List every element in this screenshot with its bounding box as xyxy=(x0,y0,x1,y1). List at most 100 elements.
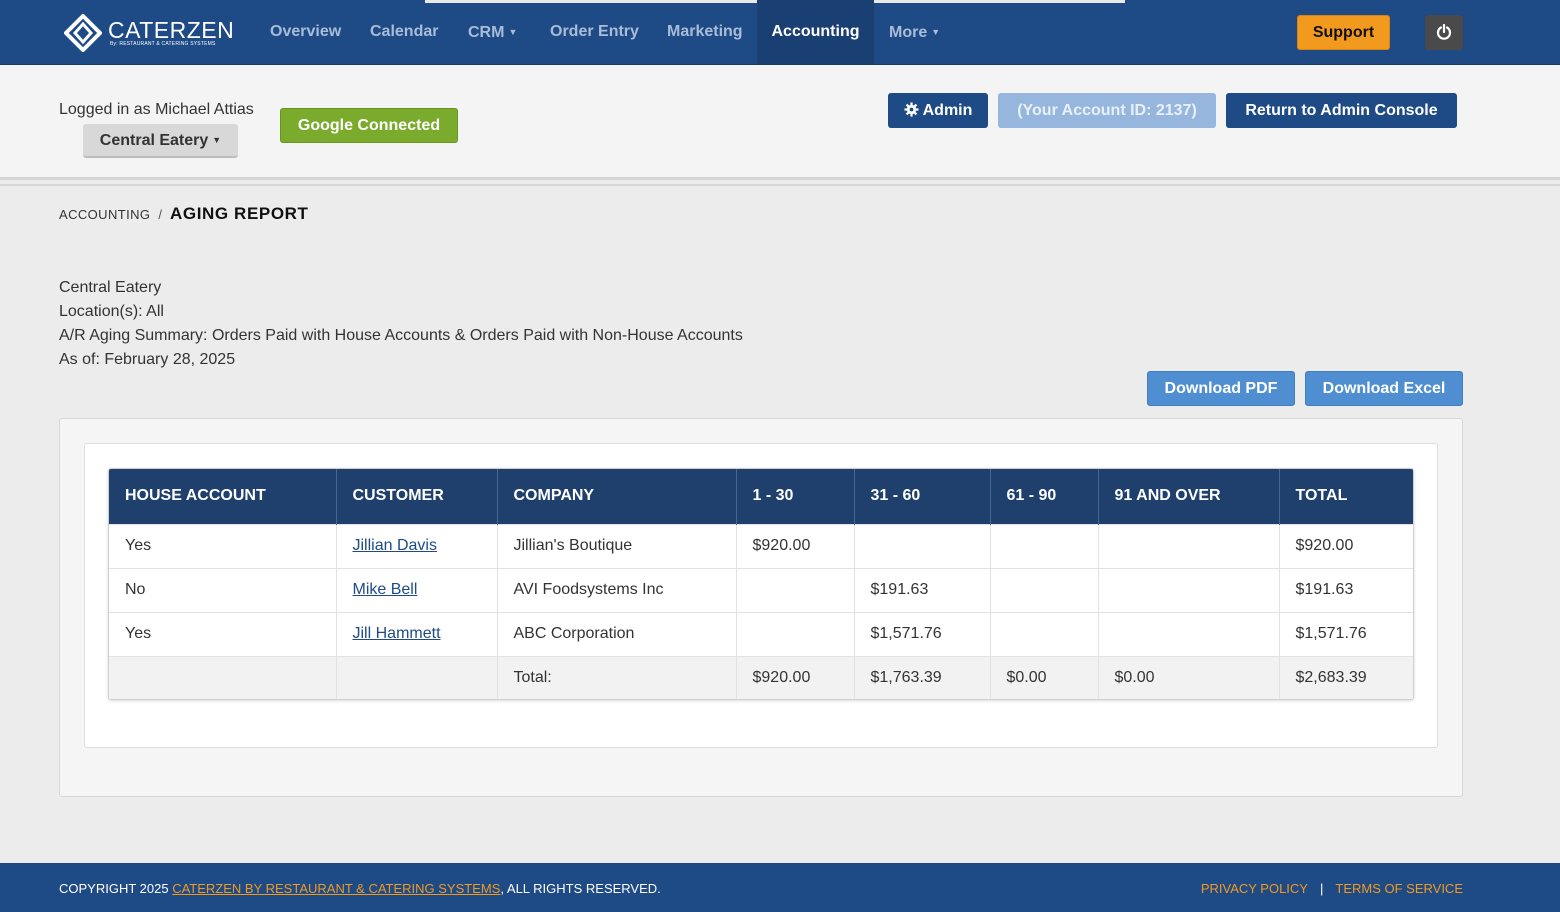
report-summary: A/R Aging Summary: Orders Paid with Hous… xyxy=(59,327,743,344)
nav-more-label: More xyxy=(889,24,928,41)
cell-total-61-90: $0.00 xyxy=(990,655,1099,699)
cell-91-over xyxy=(1098,567,1280,612)
divider xyxy=(0,184,1560,186)
cell-total: $1,571.76 xyxy=(1279,611,1413,656)
nav-order-entry[interactable]: Order Entry xyxy=(550,0,639,64)
nav-overview-label: Overview xyxy=(270,23,342,40)
caterzen-logo-icon xyxy=(64,14,102,52)
cell-61-90 xyxy=(990,567,1099,612)
breadcrumb-accounting[interactable]: ACCOUNTING xyxy=(59,207,150,222)
nav-marketing-label: Marketing xyxy=(667,23,743,40)
cell-31-60 xyxy=(854,523,991,568)
cell-total-1-30: $920.00 xyxy=(736,655,855,699)
column-header-91-over[interactable]: 91 AND OVER xyxy=(1098,469,1280,524)
google-connected-button[interactable]: Google Connected xyxy=(280,108,458,143)
cell-total: $920.00 xyxy=(1279,523,1413,568)
nav-order-entry-label: Order Entry xyxy=(550,23,639,40)
logout-button[interactable] xyxy=(1425,15,1463,50)
gear-icon xyxy=(904,102,919,117)
nav-crm[interactable]: CRM ▼ xyxy=(468,0,517,64)
cell-customer: Jillian Davis xyxy=(336,523,498,568)
cell-91-over xyxy=(1098,611,1280,656)
cell-house-account: Yes xyxy=(109,523,337,568)
caret-down-icon: ▼ xyxy=(212,135,222,145)
cell-house-account: No xyxy=(109,567,337,612)
company-link[interactable]: CATERZEN BY RESTAURANT & CATERING SYSTEM… xyxy=(172,881,500,896)
customer-link[interactable]: Jillian Davis xyxy=(353,537,437,554)
nav-calendar-label: Calendar xyxy=(370,23,439,40)
breadcrumb-separator: / xyxy=(158,207,163,222)
cell-company: AVI Foodsystems Inc xyxy=(497,567,737,612)
table-row: Yes Jill Hammett ABC Corporation $1,571.… xyxy=(109,611,1413,656)
privacy-policy-link[interactable]: PRIVACY POLICY xyxy=(1201,881,1308,896)
support-button[interactable]: Support xyxy=(1297,15,1390,50)
cell-total-label: Total: xyxy=(497,655,737,699)
nav-overview[interactable]: Overview xyxy=(270,0,341,64)
cell-1-30 xyxy=(736,611,855,656)
column-header-61-90[interactable]: 61 - 90 xyxy=(990,469,1099,524)
report-info: Central Eatery Location(s): All A/R Agin… xyxy=(59,276,743,372)
aging-report-table: HOUSE ACCOUNT CUSTOMER COMPANY 1 - 30 31… xyxy=(108,468,1414,700)
table-row: Yes Jillian Davis Jillian's Boutique $92… xyxy=(109,523,1413,568)
download-pdf-button[interactable]: Download PDF xyxy=(1147,371,1295,406)
cell-31-60: $191.63 xyxy=(854,567,991,612)
cell-61-90 xyxy=(990,611,1099,656)
cell-house-account: Yes xyxy=(109,611,337,656)
cell-1-30 xyxy=(736,567,855,612)
cell-empty xyxy=(336,655,498,699)
cell-company: ABC Corporation xyxy=(497,611,737,656)
logged-in-text: Logged in as Michael Attias xyxy=(59,101,254,118)
copyright-suffix: , ALL RIGHTS RESERVED. xyxy=(500,881,661,896)
download-excel-button[interactable]: Download Excel xyxy=(1305,371,1463,406)
column-header-house-account[interactable]: HOUSE ACCOUNT xyxy=(109,469,337,524)
column-header-1-30[interactable]: 1 - 30 xyxy=(736,469,855,524)
nav-accounting[interactable]: Accounting xyxy=(757,0,874,64)
customer-link[interactable]: Jill Hammett xyxy=(353,625,441,642)
table-header-row: HOUSE ACCOUNT CUSTOMER COMPANY 1 - 30 31… xyxy=(109,469,1413,524)
column-header-company[interactable]: COMPANY xyxy=(497,469,737,524)
cell-1-30: $920.00 xyxy=(736,523,855,568)
column-header-31-60[interactable]: 31 - 60 xyxy=(854,469,991,524)
nav-accounting-label: Accounting xyxy=(771,23,860,40)
footer-links: PRIVACY POLICY | TERMS OF SERVICE xyxy=(1201,881,1463,896)
column-header-customer[interactable]: CUSTOMER xyxy=(336,469,498,524)
nav-calendar[interactable]: Calendar xyxy=(370,0,438,64)
cell-total: $191.63 xyxy=(1279,567,1413,612)
return-to-admin-console-button[interactable]: Return to Admin Console xyxy=(1226,93,1457,128)
nav-crm-label: CRM xyxy=(468,24,505,41)
cell-customer: Mike Bell xyxy=(336,567,498,612)
nav-marketing[interactable]: Marketing xyxy=(667,0,743,64)
report-business: Central Eatery xyxy=(59,279,162,296)
cell-31-60: $1,571.76 xyxy=(854,611,991,656)
nav-more[interactable]: More ▼ xyxy=(889,0,940,64)
cell-total-31-60: $1,763.39 xyxy=(854,655,991,699)
breadcrumb: ACCOUNTING / AGING REPORT xyxy=(59,204,309,224)
table-row: No Mike Bell AVI Foodsystems Inc $191.63… xyxy=(109,567,1413,612)
cell-91-over xyxy=(1098,523,1280,568)
terms-of-service-link[interactable]: TERMS OF SERVICE xyxy=(1335,881,1463,896)
footer-separator: | xyxy=(1319,881,1324,896)
caret-down-icon: ▼ xyxy=(508,27,518,37)
power-icon xyxy=(1436,24,1452,40)
location-dropdown[interactable]: Central Eatery ▼ xyxy=(83,124,238,158)
brand-tagline: By: RESTAURANT & CATERING SYSTEMS xyxy=(110,41,216,47)
location-label: Central Eatery xyxy=(99,132,209,149)
cell-empty xyxy=(109,655,337,699)
report-locations: Location(s): All xyxy=(59,303,164,320)
report-as-of: As of: February 28, 2025 xyxy=(59,351,236,368)
top-navbar: CATERZEN By: RESTAURANT & CATERING SYSTE… xyxy=(0,0,1560,65)
cell-61-90 xyxy=(990,523,1099,568)
caret-down-icon: ▼ xyxy=(931,27,941,37)
copyright-prefix: COPYRIGHT 2025 xyxy=(59,881,173,896)
account-id-button[interactable]: (Your Account ID: 2137) xyxy=(998,93,1216,128)
admin-button[interactable]: Admin xyxy=(888,93,988,128)
cell-customer: Jill Hammett xyxy=(336,611,498,656)
cell-grand-total: $2,683.39 xyxy=(1279,655,1413,699)
footer: COPYRIGHT 2025 CATERZEN BY RESTAURANT & … xyxy=(0,863,1560,912)
table-total-row: Total: $920.00 $1,763.39 $0.00 $0.00 $2,… xyxy=(109,655,1413,699)
customer-link[interactable]: Mike Bell xyxy=(353,581,418,598)
column-header-total[interactable]: TOTAL xyxy=(1279,469,1413,524)
page-title: AGING REPORT xyxy=(170,204,309,223)
copyright: COPYRIGHT 2025 CATERZEN BY RESTAURANT & … xyxy=(59,881,661,896)
caterzen-logo[interactable]: CATERZEN By: RESTAURANT & CATERING SYSTE… xyxy=(64,14,234,52)
